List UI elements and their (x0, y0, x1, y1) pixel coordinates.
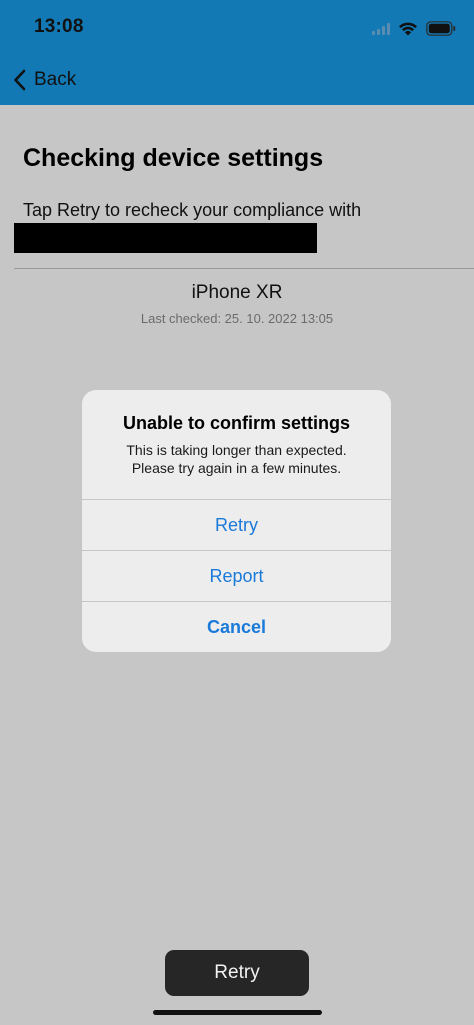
page-description: Tap Retry to recheck your compliance wit… (23, 200, 362, 220)
status-time: 13:08 (34, 16, 84, 37)
alert-message-line-2: Please try again in a few minutes. (131, 460, 342, 476)
alert-report-button[interactable]: Report (82, 550, 391, 601)
last-checked-timestamp: Last checked: 25. 10. 2022 13:05 (140, 311, 334, 326)
alert-retry-button[interactable]: Retry (82, 499, 391, 550)
alert-message-line-1: This is taking longer than expected. (126, 442, 347, 458)
retry-button[interactable]: Retry (165, 950, 309, 996)
battery-icon (426, 20, 456, 36)
alert-title: Unable to confirm settings (122, 413, 351, 433)
app-header: 13:08 Back (0, 0, 474, 105)
page-title: Checking device settings (23, 144, 324, 172)
divider (14, 268, 474, 269)
redacted-text (14, 223, 317, 253)
chevron-left-icon (14, 69, 26, 91)
alert-message: This is taking longer than expected. Ple… (82, 441, 391, 477)
status-icons (372, 18, 456, 38)
home-indicator (153, 1010, 322, 1015)
back-button[interactable]: Back (12, 62, 76, 98)
back-label: Back (34, 69, 77, 90)
wifi-icon (399, 22, 417, 35)
device-name: iPhone XR (191, 282, 283, 303)
alert-dialog: Unable to confirm settings This is takin… (82, 390, 391, 652)
alert-cancel-button[interactable]: Cancel (82, 601, 391, 652)
cellular-signal-icon (372, 22, 390, 35)
